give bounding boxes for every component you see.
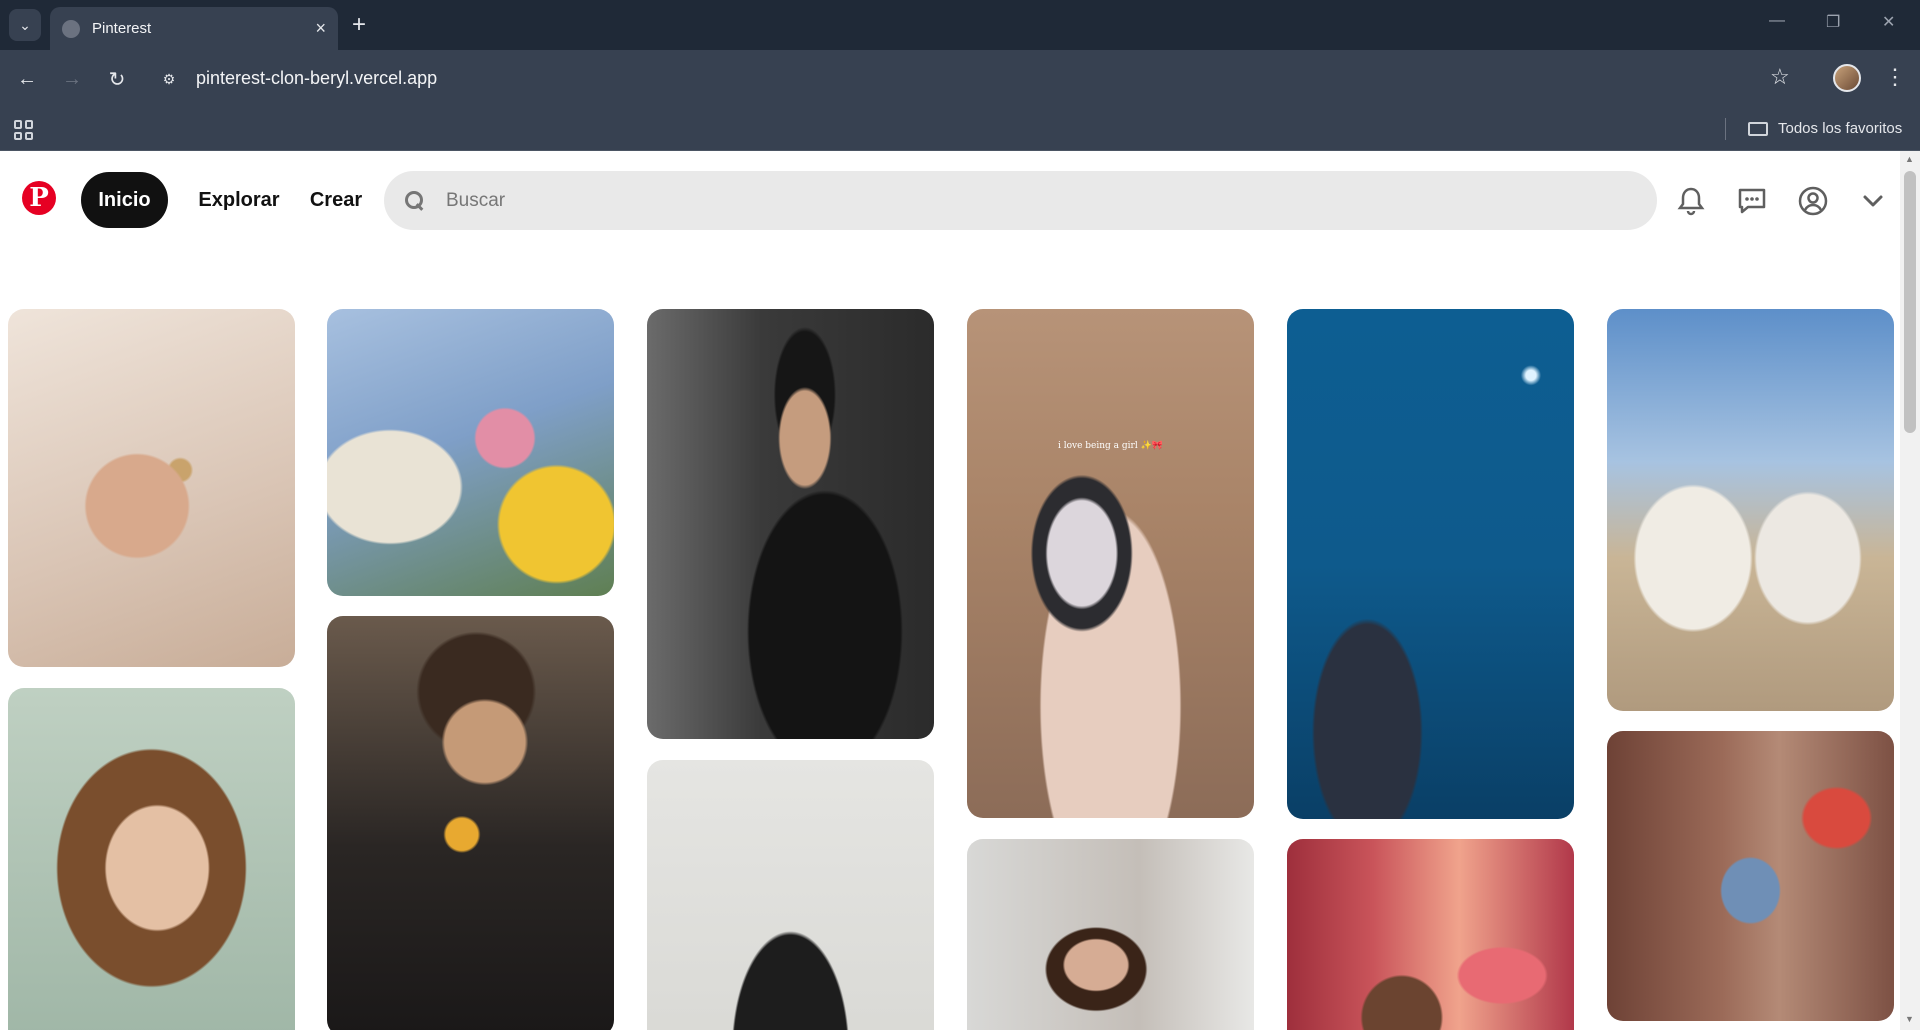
- tab-favicon-icon: [62, 19, 80, 38]
- bookmarks-divider: [1725, 118, 1726, 140]
- pin-man-dark-hair-portrait[interactable]: [647, 760, 934, 1030]
- pin-smiling-man-black-shirt[interactable]: [647, 309, 934, 739]
- app-header: P Inicio Explorar Crear: [0, 151, 1900, 251]
- browser-menu-icon[interactable]: ⋮: [1884, 64, 1906, 90]
- pin-vanity-tablet-makeup[interactable]: i love being a girl ✨🎀: [967, 309, 1254, 818]
- pin-woman-curly-hair[interactable]: [8, 688, 295, 1030]
- pinterest-page: i love being a girl ✨🎀 P Inicio Explorar…: [0, 151, 1920, 1030]
- tab-close-icon[interactable]: ×: [315, 18, 326, 39]
- search-input[interactable]: [446, 189, 1596, 212]
- nav-create-button[interactable]: Crear: [300, 172, 372, 228]
- profile-icon[interactable]: [1793, 181, 1833, 221]
- pin-friends-doorway-scene[interactable]: [1607, 731, 1894, 1021]
- bell-icon[interactable]: [1671, 181, 1711, 221]
- forward-icon[interactable]: →: [57, 64, 87, 94]
- bookmark-star-icon[interactable]: ☆: [1770, 64, 1790, 90]
- minimize-icon[interactable]: —: [1769, 12, 1785, 30]
- browser-tab-bar: ⌄ Pinterest × + — ❐ ✕: [0, 0, 1920, 50]
- pin-man-drinking-sunglasses[interactable]: [327, 616, 614, 1030]
- messages-icon[interactable]: [1732, 181, 1772, 221]
- page-scrollbar[interactable]: ▲ ▼: [1900, 151, 1920, 1030]
- nav-explore-button[interactable]: Explorar: [190, 172, 288, 228]
- window-close-icon[interactable]: ✕: [1882, 12, 1895, 32]
- bookmarks-bar: Todos los favoritos: [0, 108, 1920, 151]
- back-icon[interactable]: ←: [12, 64, 42, 94]
- restore-icon[interactable]: ❐: [1826, 12, 1840, 32]
- all-bookmarks-folder[interactable]: Todos los favoritos: [1748, 120, 1902, 137]
- search-bar[interactable]: [384, 171, 1657, 230]
- pinterest-logo-icon[interactable]: P: [22, 181, 56, 215]
- browser-toolbar: ← → ↻ ⚙ pinterest-clon-beryl.vercel.app …: [0, 50, 1920, 108]
- tab-search-button[interactable]: ⌄: [9, 9, 41, 41]
- pin-grid: i love being a girl ✨🎀: [0, 151, 1900, 1030]
- browser-profile-avatar[interactable]: [1833, 64, 1861, 92]
- pin-princess-starry-night[interactable]: [1287, 309, 1574, 819]
- scroll-up-icon[interactable]: ▲: [1905, 154, 1914, 164]
- folder-icon: [1748, 121, 1768, 136]
- scrollbar-thumb[interactable]: [1904, 171, 1916, 433]
- chevron-down-icon[interactable]: [1853, 181, 1893, 221]
- search-icon: [404, 190, 426, 212]
- pin-necklaces-hand[interactable]: [8, 309, 295, 667]
- apps-grid-icon[interactable]: [14, 120, 34, 140]
- pin-caption: i love being a girl ✨🎀: [1057, 441, 1163, 452]
- all-bookmarks-label: Todos los favoritos: [1778, 120, 1903, 137]
- nav-home-button[interactable]: Inicio: [81, 172, 168, 228]
- pin-flower-market[interactable]: [327, 309, 614, 596]
- pin-couple-camera-industrial[interactable]: [1607, 309, 1894, 711]
- pin-princess-cartoon-curtains[interactable]: [1287, 839, 1574, 1030]
- browser-tab[interactable]: Pinterest ×: [50, 7, 338, 50]
- address-bar[interactable]: pinterest-clon-beryl.vercel.app: [196, 68, 437, 89]
- scroll-down-icon[interactable]: ▼: [1905, 1014, 1914, 1024]
- new-tab-button[interactable]: +: [352, 10, 366, 40]
- tab-title: Pinterest: [92, 20, 152, 37]
- reload-icon[interactable]: ↻: [102, 64, 132, 94]
- pin-woman-office-portrait[interactable]: [967, 839, 1254, 1030]
- site-info-icon[interactable]: ⚙: [156, 66, 182, 92]
